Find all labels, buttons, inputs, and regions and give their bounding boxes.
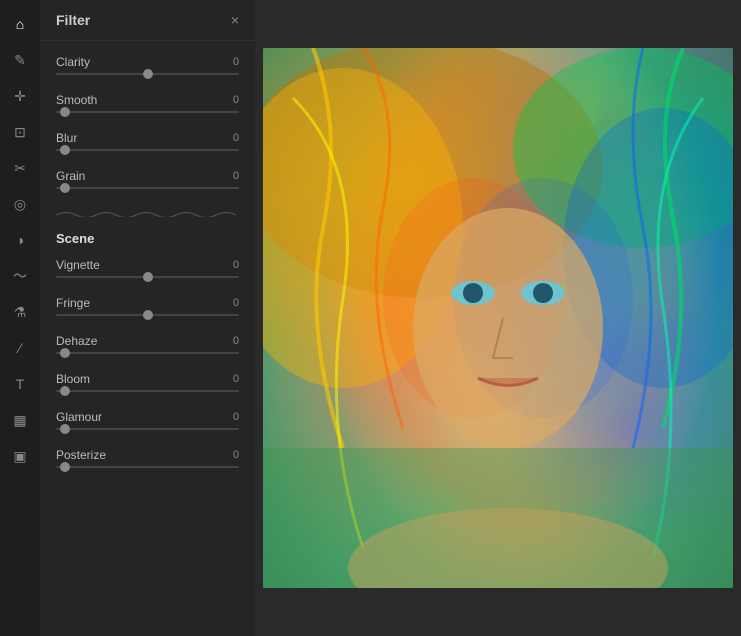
blur-value: 0	[233, 132, 239, 144]
filter-item-fringe: Fringe 0	[40, 290, 255, 328]
posterize-value: 0	[233, 449, 239, 461]
bloom-thumb[interactable]	[60, 386, 70, 396]
smooth-slider[interactable]	[56, 111, 239, 113]
grain-label-row: Grain 0	[56, 169, 239, 183]
dehaze-slider[interactable]	[56, 352, 239, 354]
grain-slider[interactable]	[56, 187, 239, 189]
filter-item-dehaze: Dehaze 0	[40, 328, 255, 366]
posterize-label-row: Posterize 0	[56, 448, 239, 462]
clarity-value: 0	[233, 56, 239, 68]
canvas-image[interactable]	[263, 48, 733, 588]
smooth-label-row: Smooth 0	[56, 93, 239, 107]
filter-item-grain: Grain 0	[40, 163, 255, 201]
posterize-label: Posterize	[56, 448, 106, 462]
vignette-slider[interactable]	[56, 276, 239, 278]
smooth-label: Smooth	[56, 93, 97, 107]
fringe-value: 0	[233, 297, 239, 309]
toolbar-pattern-icon[interactable]: ▦	[4, 404, 36, 436]
filter-item-bloom: Bloom 0	[40, 366, 255, 404]
bloom-slider[interactable]	[56, 390, 239, 392]
smooth-thumb[interactable]	[60, 107, 70, 117]
glamour-value: 0	[233, 411, 239, 423]
fringe-thumb[interactable]	[143, 310, 153, 320]
dehaze-value: 0	[233, 335, 239, 347]
dehaze-label-row: Dehaze 0	[56, 334, 239, 348]
glamour-label-row: Glamour 0	[56, 410, 239, 424]
toolbar-image-icon[interactable]: ▣	[4, 440, 36, 472]
posterize-slider[interactable]	[56, 466, 239, 468]
main-canvas-area	[255, 0, 741, 636]
fringe-label-row: Fringe 0	[56, 296, 239, 310]
vignette-value: 0	[233, 259, 239, 271]
blur-label-row: Blur 0	[56, 131, 239, 145]
vignette-label: Vignette	[56, 258, 100, 272]
glamour-label: Glamour	[56, 410, 102, 424]
left-toolbar: ⌂ ✎ ✛ ⊡ ✂ ◎ ◑ 〜 ⚗ ∕ T ▦ ▣	[0, 0, 40, 636]
blur-thumb[interactable]	[60, 145, 70, 155]
clarity-slider[interactable]	[56, 73, 239, 75]
filter-item-smooth: Smooth 0	[40, 87, 255, 125]
filter-list: Clarity 0 Smooth 0 Blur 0	[40, 41, 255, 488]
toolbar-crop-icon[interactable]: ⊡	[4, 116, 36, 148]
smooth-value: 0	[233, 94, 239, 106]
toolbar-brush-icon[interactable]: ∕	[4, 332, 36, 364]
bloom-label-row: Bloom 0	[56, 372, 239, 386]
filter-panel: Filter × Clarity 0 Smooth 0	[40, 0, 255, 636]
vignette-label-row: Vignette 0	[56, 258, 239, 272]
fringe-slider[interactable]	[56, 314, 239, 316]
filter-item-vignette: Vignette 0	[40, 252, 255, 290]
filter-item-blur: Blur 0	[40, 125, 255, 163]
grain-thumb[interactable]	[60, 183, 70, 193]
grain-value: 0	[233, 170, 239, 182]
dehaze-thumb[interactable]	[60, 348, 70, 358]
toolbar-wave-icon[interactable]: 〜	[4, 260, 36, 292]
toolbar-edit-icon[interactable]: ✎	[4, 44, 36, 76]
toolbar-filter-icon[interactable]: ◑	[4, 224, 36, 256]
toolbar-home-icon[interactable]: ⌂	[4, 8, 36, 40]
posterize-thumb[interactable]	[60, 462, 70, 472]
clarity-label-row: Clarity 0	[56, 55, 239, 69]
vignette-thumb[interactable]	[143, 272, 153, 282]
filter-item-glamour: Glamour 0	[40, 404, 255, 442]
clarity-thumb[interactable]	[143, 69, 153, 79]
panel-header: Filter ×	[40, 0, 255, 41]
scene-section-header: Scene	[40, 221, 255, 252]
grain-label: Grain	[56, 169, 85, 183]
fringe-label: Fringe	[56, 296, 90, 310]
close-button[interactable]: ×	[231, 13, 239, 27]
glamour-slider[interactable]	[56, 428, 239, 430]
portrait-svg	[263, 48, 733, 588]
filter-item-clarity: Clarity 0	[40, 49, 255, 87]
wavy-decoration	[56, 207, 239, 217]
glamour-thumb[interactable]	[60, 424, 70, 434]
dehaze-label: Dehaze	[56, 334, 97, 348]
toolbar-text-icon[interactable]: T	[4, 368, 36, 400]
panel-title: Filter	[56, 12, 90, 28]
bloom-value: 0	[233, 373, 239, 385]
toolbar-move-icon[interactable]: ✛	[4, 80, 36, 112]
toolbar-scissors-icon[interactable]: ✂	[4, 152, 36, 184]
filter-item-posterize: Posterize 0	[40, 442, 255, 480]
bloom-label: Bloom	[56, 372, 90, 386]
blur-label: Blur	[56, 131, 77, 145]
toolbar-eyedropper-icon[interactable]: ⚗	[4, 296, 36, 328]
clarity-label: Clarity	[56, 55, 90, 69]
blur-slider[interactable]	[56, 149, 239, 151]
toolbar-adjust-icon[interactable]: ◎	[4, 188, 36, 220]
